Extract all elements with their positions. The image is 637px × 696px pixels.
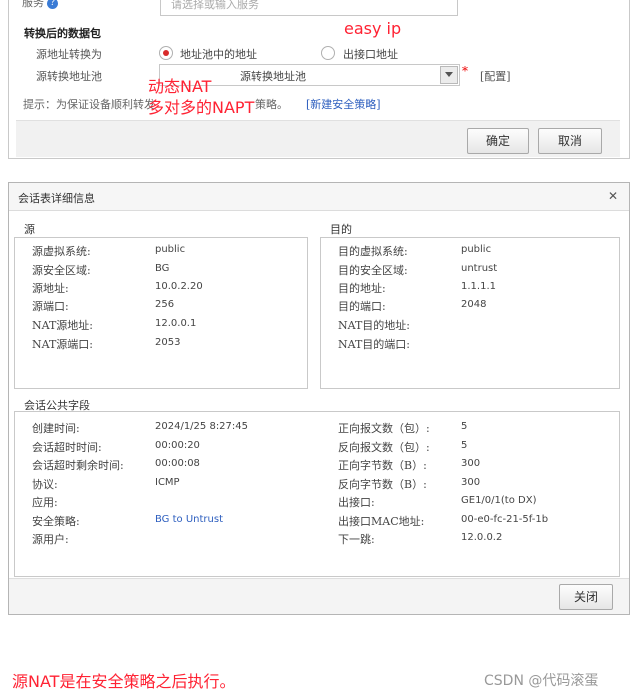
field-label: 源虚拟系统: (32, 245, 91, 258)
field-label: 目的安全区域: (338, 264, 408, 277)
field-value: 12.0.0.2 (461, 532, 503, 543)
service-label: 服务 (22, 0, 44, 9)
watermark: CSDN @代码滚蛋 (484, 673, 599, 689)
new-security-policy-link[interactable]: [新建安全策略] (306, 96, 381, 112)
dialog-footer (9, 578, 629, 614)
field-value: 5 (461, 440, 468, 451)
service-row: 服务? (22, 0, 58, 10)
source-heading: 源 (24, 223, 35, 236)
common-heading: 会话公共字段 (24, 399, 90, 412)
field-value: GE1/0/1(to DX) (461, 495, 537, 506)
dialog-titlebar (9, 183, 629, 211)
field-label: 安全策略: (32, 515, 80, 528)
close-button[interactable]: 关闭 (559, 584, 613, 610)
annotation-bottom-note: 源NAT是在安全策略之后执行。 (12, 672, 236, 691)
info-icon[interactable]: ? (47, 0, 58, 9)
field-value: 00:00:08 (155, 458, 200, 469)
field-label: 源安全区域: (32, 264, 91, 277)
field-value: 00:00:20 (155, 440, 200, 451)
field-label: 目的地址: (338, 282, 386, 295)
field-value: 2024/1/25 8:27:45 (155, 421, 249, 432)
field-label: 正向报文数（包）: (338, 422, 430, 435)
field-label: NAT目的端口: (338, 338, 411, 351)
field-label: 正向字节数（B）: (338, 459, 427, 472)
field-value: public (155, 244, 186, 255)
ok-button[interactable]: 确定 (467, 128, 529, 154)
field-value: 10.0.2.20 (155, 281, 203, 292)
annotation-many-to-many-napt: 多对多的NAPT (148, 98, 255, 117)
field-label: 会话超时剩余时间: (32, 459, 124, 472)
field-label: 创建时间: (32, 422, 80, 435)
field-label: 目的端口: (338, 300, 386, 313)
field-label: 会话超时时间: (32, 441, 102, 454)
destination-heading: 目的 (330, 223, 352, 236)
field-value: 00-e0-fc-21-5f-1b (461, 514, 549, 525)
common-fields-panel (14, 411, 620, 577)
annotation-easy-ip: easy ip (344, 19, 402, 38)
field-label: 下一跳: (338, 533, 375, 546)
pool-label: 源转换地址池 (36, 70, 102, 83)
field-label: 出接口: (338, 496, 375, 509)
field-value: 300 (461, 458, 481, 469)
radio-address-pool-label[interactable]: 地址池中的地址 (180, 46, 257, 62)
field-label: 协议: (32, 478, 58, 491)
dialog-footer (16, 120, 620, 157)
required-mark: * (462, 64, 468, 78)
field-value: BG (155, 263, 170, 274)
security-policy-link[interactable]: BG to Untrust (155, 514, 223, 525)
service-placeholder: 请选择或输入服务 (171, 0, 259, 11)
pool-config-link[interactable]: [配置] (480, 68, 511, 84)
field-label: NAT源地址: (32, 319, 94, 332)
field-value: untrust (461, 263, 498, 274)
field-label: 源用户: (32, 533, 69, 546)
tip-text-start: 提示：为保证设备顺利转发 (23, 98, 155, 111)
radio-outbound-interface-label[interactable]: 出接口地址 (343, 46, 398, 62)
field-label: 反向报文数（包）: (338, 441, 430, 454)
dialog-title: 会话表详细信息 (18, 192, 95, 205)
field-label: 源端口: (32, 300, 69, 313)
radio-address-pool[interactable] (159, 46, 173, 60)
field-value: 300 (461, 477, 481, 488)
field-label: 应用: (32, 496, 58, 509)
field-value: 256 (155, 299, 175, 310)
cancel-button[interactable]: 取消 (538, 128, 602, 154)
field-label: 出接口MAC地址: (338, 515, 425, 528)
chevron-down-icon[interactable] (440, 66, 458, 84)
field-value: 5 (461, 421, 468, 432)
section-title: 转换后的数据包 (24, 27, 101, 40)
field-value: 2048 (461, 299, 487, 310)
field-label: NAT源端口: (32, 338, 94, 351)
field-value: 1.1.1.1 (461, 281, 496, 292)
field-label: 目的虚拟系统: (338, 245, 408, 258)
field-value: 2053 (155, 337, 181, 348)
tip-text-end: 策略。 (255, 98, 288, 111)
close-icon[interactable]: ✕ (608, 189, 618, 203)
field-value: ICMP (155, 477, 180, 488)
radio-outbound-interface[interactable] (321, 46, 335, 60)
field-label: 反向字节数（B）: (338, 478, 427, 491)
field-value: public (461, 244, 492, 255)
pool-select-value: 源转换地址池 (240, 70, 306, 83)
field-label: 源地址: (32, 282, 69, 295)
field-label: NAT目的地址: (338, 319, 411, 332)
src-translate-label: 源地址转换为 (36, 48, 102, 61)
service-input[interactable]: 请选择或输入服务 (160, 0, 458, 16)
field-value: 12.0.0.1 (155, 318, 197, 329)
